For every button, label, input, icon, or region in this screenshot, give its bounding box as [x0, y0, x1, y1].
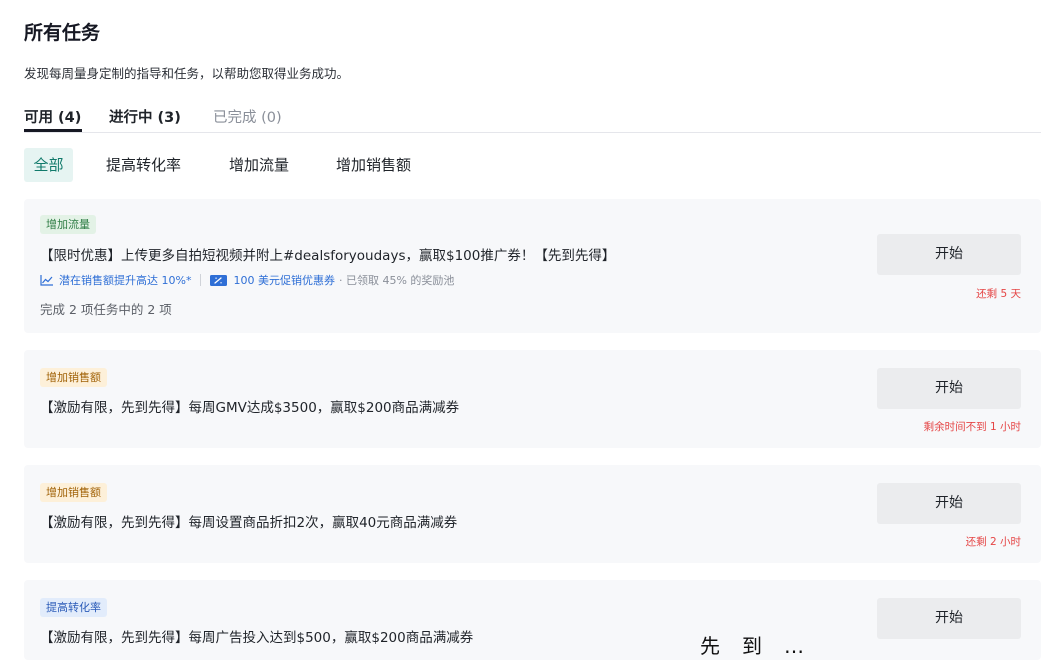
start-button[interactable]: 开始: [877, 598, 1021, 639]
deadline-text: 剩余时间不到 1 小时: [923, 421, 1021, 433]
category-filters: 全部 提高转化率 增加流量 增加销售额: [24, 148, 624, 182]
deadline-text: 还剩 5 天: [976, 288, 1021, 300]
task-card: 增加销售额 【激励有限，先到先得】每周设置商品折扣2次，赢取40元商品满减券 开…: [24, 465, 1041, 563]
task-title: 【限时优惠】上传更多自拍短视频并附上#dealsforyoudays，赢取$10…: [40, 248, 616, 264]
reward-pool-text: · 已领取 45% 的奖励池: [338, 274, 455, 287]
task-card: 增加销售额 【激励有限，先到先得】每周GMV达成$3500，赢取$200商品满减…: [24, 350, 1041, 448]
task-card: 提高转化率 【激励有限，先到先得】每周广告投入达到$500，赢取$200商品满减…: [24, 580, 1041, 660]
start-button[interactable]: 开始: [877, 234, 1021, 275]
tab-in-progress[interactable]: 进行中 (3): [109, 106, 181, 127]
filter-all[interactable]: 全部: [24, 148, 73, 182]
task-meta: 潜在销售额提升高达 10%* 100 美元促销优惠券 · 已领取 45% 的奖励…: [40, 272, 454, 288]
tab-completed[interactable]: 已完成 (0): [213, 106, 282, 127]
overlay-caption: 先到…: [700, 634, 826, 658]
status-tabs: 可用 (4) 进行中 (3) 已完成 (0): [24, 100, 1041, 133]
filter-sales[interactable]: 增加销售额: [336, 148, 411, 182]
deadline-text: 还剩 2 小时: [965, 536, 1021, 548]
trend-chart-icon: [40, 274, 53, 286]
potential-sales: 潜在销售额提升高达 10%*: [40, 272, 191, 288]
task-category-tag: 提高转化率: [40, 598, 107, 617]
task-category-tag: 增加销售额: [40, 483, 107, 502]
filter-traffic[interactable]: 增加流量: [229, 148, 289, 182]
start-button[interactable]: 开始: [877, 483, 1021, 524]
reward-info: 100 美元促销优惠券: [210, 272, 335, 288]
page-subtitle: 发现每周量身定制的指导和任务，以帮助您取得业务成功。: [24, 66, 350, 81]
page-title: 所有任务: [24, 22, 101, 44]
task-title: 【激励有限，先到先得】每周广告投入达到$500，赢取$200商品满减券: [40, 630, 474, 646]
task-category-tag: 增加流量: [40, 215, 96, 234]
task-title: 【激励有限，先到先得】每周设置商品折扣2次，赢取40元商品满减券: [40, 515, 458, 531]
reward-text: 100 美元促销优惠券: [233, 274, 335, 287]
meta-divider: [200, 274, 202, 286]
start-button[interactable]: 开始: [877, 368, 1021, 409]
task-progress: 完成 2 项任务中的 2 项: [40, 302, 172, 317]
task-category-tag: 增加销售额: [40, 368, 107, 387]
potential-sales-text: 潜在销售额提升高达 10%*: [59, 274, 192, 287]
task-card: 增加流量 【限时优惠】上传更多自拍短视频并附上#dealsforyoudays，…: [24, 199, 1041, 333]
active-tab-indicator: [24, 129, 82, 132]
task-title: 【激励有限，先到先得】每周GMV达成$3500，赢取$200商品满减券: [40, 400, 460, 416]
filter-conversion[interactable]: 提高转化率: [106, 148, 181, 182]
tab-available[interactable]: 可用 (4): [24, 106, 81, 127]
coupon-icon: [210, 274, 228, 286]
